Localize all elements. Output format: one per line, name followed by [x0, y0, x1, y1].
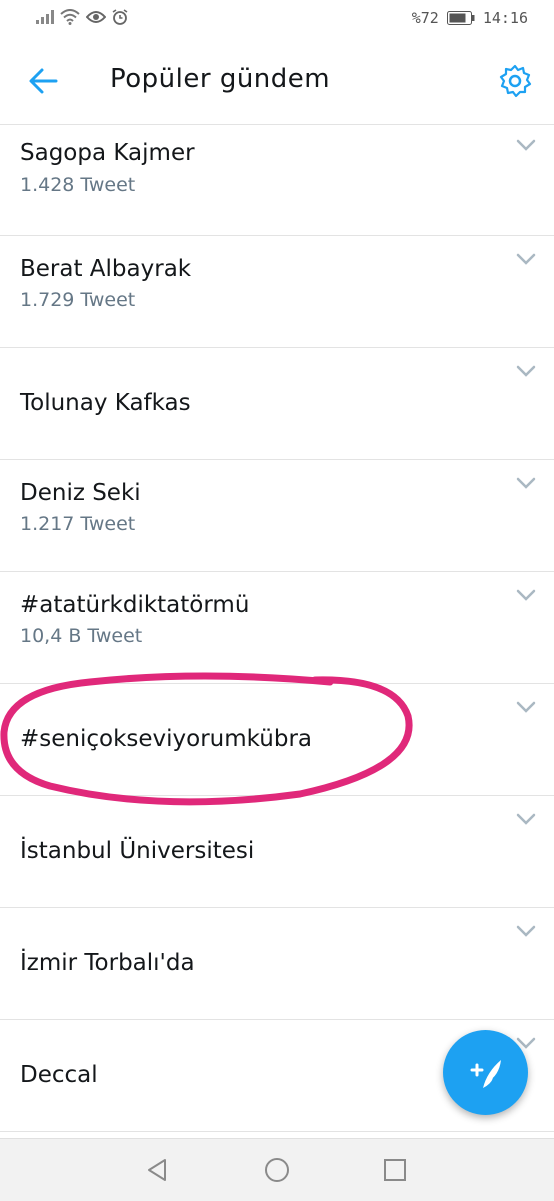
trend-name: Deniz Seki [20, 480, 141, 506]
chevron-down-icon[interactable] [514, 250, 538, 268]
chevron-down-icon[interactable] [514, 586, 538, 604]
status-bar: %72 14:16 [0, 0, 554, 38]
trend-name: #seniçokseviyorumkübra [20, 726, 313, 752]
trend-list: Sagopa Kajmer 1.428 Tweet Berat Albayrak… [0, 124, 554, 1138]
battery-icon [446, 11, 475, 25]
trend-item-senicokseviyorumkubra[interactable]: #seniçokseviyorumkübra [0, 684, 554, 796]
status-time: 14:16 [482, 9, 528, 27]
chevron-down-icon[interactable] [514, 922, 538, 940]
android-nav-bar [0, 1138, 554, 1201]
settings-button[interactable] [498, 64, 532, 98]
trend-name: Deccal [20, 1062, 98, 1088]
wifi-icon [60, 9, 80, 25]
battery-percent: %72 [411, 9, 439, 27]
trend-name: İzmir Torbalı'da [20, 950, 195, 976]
back-button[interactable] [26, 64, 60, 98]
page-title: Popüler gündem [110, 64, 331, 94]
chevron-down-icon[interactable] [514, 810, 538, 828]
gear-icon [499, 64, 532, 98]
trend-name: İstanbul Üniversitesi [20, 838, 255, 864]
eye-icon [86, 11, 106, 23]
trend-name: Berat Albayrak [20, 256, 192, 282]
app-header: Popüler gündem [0, 38, 554, 125]
trend-count: 1.729 Tweet [20, 289, 136, 311]
trend-item-berat-albayrak[interactable]: Berat Albayrak 1.729 Tweet [0, 236, 554, 348]
compose-tweet-icon [470, 1060, 501, 1088]
trend-item-deniz-seki[interactable]: Deniz Seki 1.217 Tweet [0, 460, 554, 572]
signal-icon [36, 10, 54, 24]
status-icons-right: %72 14:16 [412, 9, 528, 27]
chevron-down-icon[interactable] [514, 698, 538, 716]
chevron-down-icon[interactable] [514, 362, 538, 380]
chevron-down-icon[interactable] [514, 136, 538, 154]
home-circle-icon[interactable] [264, 1157, 290, 1183]
back-triangle-icon[interactable] [145, 1157, 171, 1183]
trend-count: 10,4 B Tweet [20, 625, 143, 647]
trend-count: 1.428 Tweet [20, 174, 136, 196]
trend-item-sagopa-kajmer[interactable]: Sagopa Kajmer 1.428 Tweet [0, 124, 554, 236]
trend-item-istanbul-universitesi[interactable]: İstanbul Üniversitesi [0, 796, 554, 908]
trend-name: #atatürkdiktatörmü [20, 592, 250, 618]
trend-item-ataturkdiktatormu[interactable]: #atatürkdiktatörmü 10,4 B Tweet [0, 572, 554, 684]
alarm-icon [112, 9, 128, 25]
trend-name: Tolunay Kafkas [20, 390, 191, 416]
trend-count: 1.217 Tweet [20, 513, 136, 535]
trend-name: Sagopa Kajmer [20, 140, 195, 166]
trend-item-tolunay-kafkas[interactable]: Tolunay Kafkas [0, 348, 554, 460]
compose-tweet-button[interactable] [443, 1030, 528, 1115]
arrow-left-icon [29, 68, 58, 94]
status-icons-left [36, 9, 128, 25]
recents-square-icon[interactable] [382, 1157, 408, 1183]
chevron-down-icon[interactable] [514, 474, 538, 492]
trend-item-izmir-torbalida[interactable]: İzmir Torbalı'da [0, 908, 554, 1020]
